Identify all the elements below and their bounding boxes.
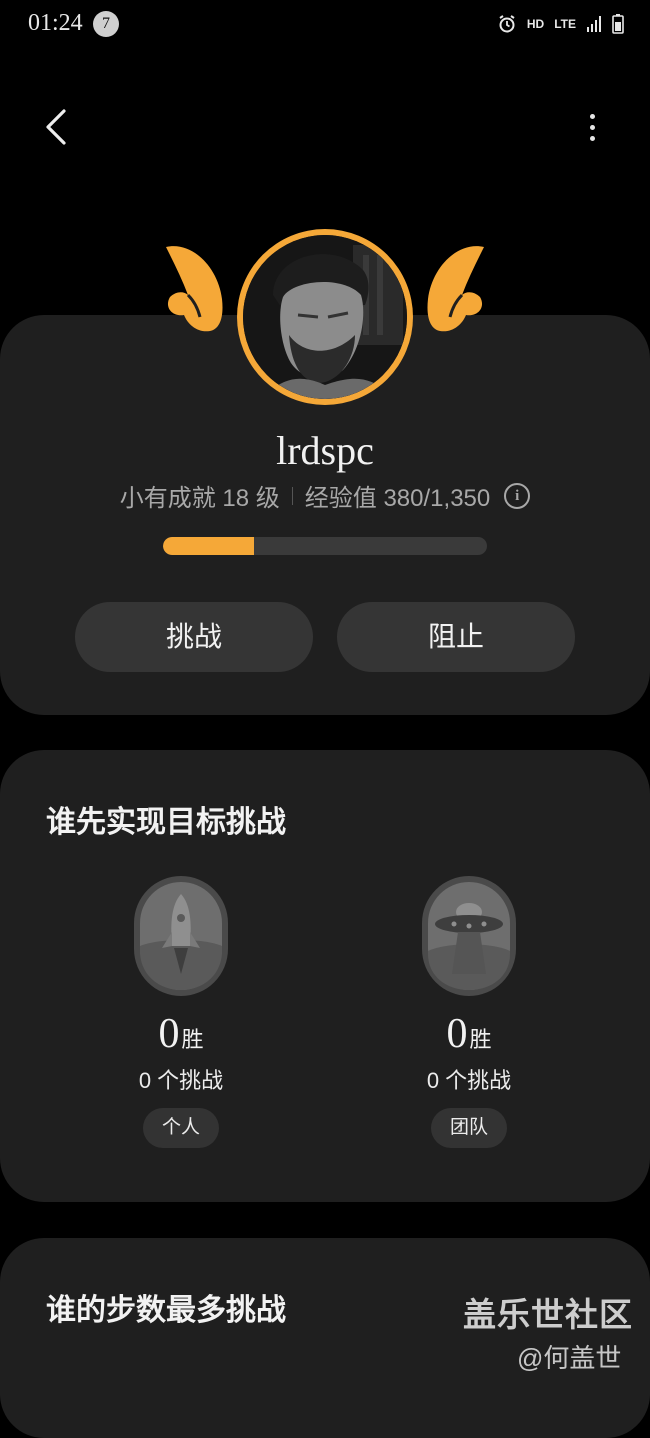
team-challenge-count: 0 个挑战 xyxy=(426,1068,512,1093)
rocket-badge-icon xyxy=(134,876,228,996)
watermark-title: 盖乐世社区 xyxy=(463,1296,633,1333)
battery-icon xyxy=(612,14,624,34)
status-icons: HD LTE xyxy=(497,12,624,36)
exp-text: 经验值 380/1,350 xyxy=(304,485,491,512)
first-to-goal-title: 谁先实现目标挑战 xyxy=(46,806,286,839)
personal-wins: 0胜 xyxy=(81,1010,281,1058)
level-row: 小有成就 18 级 经验值 380/1,350 i xyxy=(0,478,650,513)
personal-wins-unit: 胜 xyxy=(181,1027,204,1052)
avatar-photo xyxy=(243,235,407,399)
notification-count-badge: 7 xyxy=(93,11,119,37)
personal-wins-count: 0 xyxy=(158,1011,180,1057)
watermark-author: @何盖世 xyxy=(517,1343,622,1373)
username: lrdspc xyxy=(276,428,374,473)
hd-label: HD xyxy=(526,17,545,31)
divider xyxy=(291,486,293,505)
team-chip: 团队 xyxy=(431,1108,507,1148)
status-time: 01:24 xyxy=(28,10,83,36)
more-options-button[interactable] xyxy=(575,105,609,149)
back-button[interactable] xyxy=(40,105,76,149)
avatar[interactable] xyxy=(243,235,407,399)
chevron-left-icon xyxy=(46,109,66,145)
team-wins-unit: 胜 xyxy=(469,1027,492,1052)
info-icon[interactable]: i xyxy=(504,482,531,509)
most-steps-title: 谁的步数最多挑战 xyxy=(46,1294,286,1327)
alarm-icon xyxy=(499,15,515,33)
wing-left-icon xyxy=(166,246,223,332)
block-button[interactable]: 阻止 xyxy=(337,602,575,672)
ufo-badge-icon xyxy=(422,876,516,996)
exp-progress-fill xyxy=(163,537,254,555)
exp-progress-bar xyxy=(163,537,487,555)
challenge-button[interactable]: 挑战 xyxy=(75,602,313,672)
team-wins-count: 0 xyxy=(446,1011,468,1057)
wing-right-icon xyxy=(427,246,484,332)
personal-challenge-count: 0 个挑战 xyxy=(138,1068,224,1093)
level-text: 小有成就 18 级 xyxy=(119,485,280,512)
personal-chip: 个人 xyxy=(143,1108,219,1148)
team-wins: 0胜 xyxy=(369,1010,569,1058)
more-vertical-icon xyxy=(589,113,595,119)
lte-label: LTE xyxy=(554,17,576,31)
signal-icon xyxy=(587,16,601,32)
